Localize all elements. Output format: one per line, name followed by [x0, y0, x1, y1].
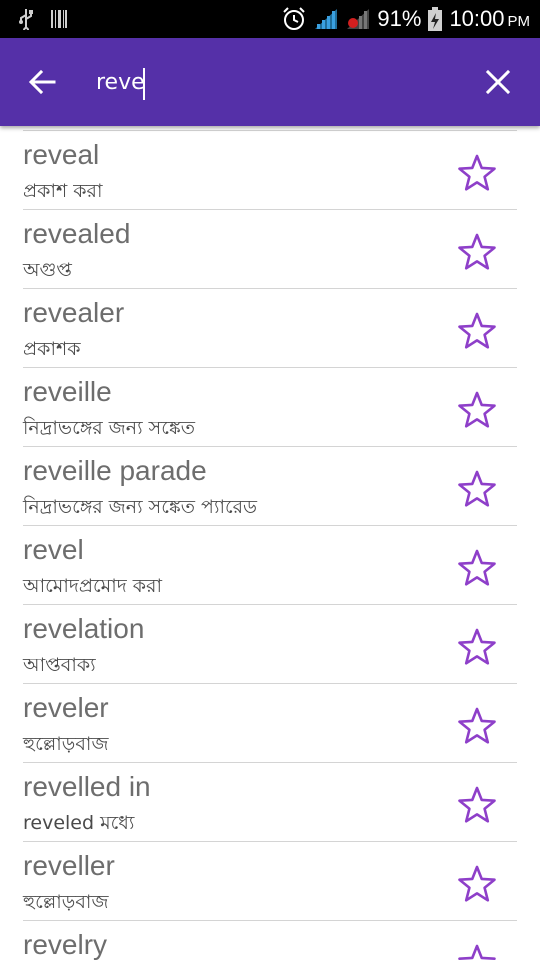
word-text: revel	[23, 534, 84, 565]
list-item[interactable]: reveler হুল্লোড়বাজ	[0, 684, 540, 763]
meaning-text: হুল্লোড়বাজ	[23, 891, 109, 913]
meaning-text: আপ্তবাক্য	[23, 654, 96, 676]
alarm-icon	[283, 7, 306, 30]
battery-percent: 91%	[377, 6, 422, 31]
word-text: revealed	[23, 218, 131, 249]
meaning-text: প্রকাশ করা	[23, 180, 103, 202]
star-icon[interactable]	[457, 469, 497, 509]
meaning-text: reveled মধ্যে	[23, 812, 135, 834]
barcode-icon	[51, 10, 67, 28]
word-text: reveille parade	[23, 455, 207, 486]
close-icon[interactable]	[480, 64, 516, 100]
star-icon[interactable]	[457, 627, 497, 667]
list-item[interactable]: revelled in reveled মধ্যে	[0, 763, 540, 842]
clock: 10:00 PM	[449, 6, 530, 31]
star-icon[interactable]	[457, 785, 497, 825]
list-item[interactable]: revealed অগুপ্ত	[0, 210, 540, 289]
word-text: revelled in	[23, 771, 151, 802]
search-app-bar	[0, 38, 540, 126]
usb-icon	[19, 9, 33, 30]
meaning-text: হুল্লোড়বাজ	[23, 733, 109, 755]
word-text: reveller	[23, 850, 115, 881]
list-item[interactable]: revelry	[0, 921, 540, 960]
meaning-text: আমোদপ্রমোদ করা	[23, 575, 162, 597]
star-icon[interactable]	[457, 311, 497, 351]
list-item[interactable]: revealer প্রকাশক	[0, 289, 540, 368]
list-item[interactable]: reveille নিদ্রাভঙ্গের জন্য সঙ্কেত	[0, 368, 540, 447]
list-item[interactable]: revelation আপ্তবাক্য	[0, 605, 540, 684]
star-icon[interactable]	[457, 548, 497, 588]
meaning-text: নিদ্রাভঙ্গের জন্য সঙ্কেত	[23, 417, 196, 439]
list-item[interactable]: reveille parade নিদ্রাভঙ্গের জন্য সঙ্কেত…	[0, 447, 540, 526]
meaning-text: নিদ্রাভঙ্গের জন্য সঙ্কেত প্যারেড	[23, 496, 258, 518]
arrow-back-icon[interactable]	[22, 62, 62, 102]
list-item[interactable]: reveal প্রকাশ করা	[0, 131, 540, 210]
star-icon[interactable]	[457, 232, 497, 272]
star-icon[interactable]	[457, 864, 497, 904]
word-text: revelry	[23, 929, 108, 960]
word-text: reveler	[23, 692, 109, 723]
list-item[interactable]: reveller হুল্লোড়বাজ	[0, 842, 540, 921]
battery-charging-icon	[428, 7, 443, 31]
list-item[interactable]: revel আমোদপ্রমোদ করা	[0, 526, 540, 605]
signal-roaming-icon	[347, 9, 370, 29]
star-icon[interactable]	[457, 706, 497, 746]
star-icon[interactable]	[457, 153, 497, 193]
word-text: reveille	[23, 376, 112, 407]
status-left-icons	[18, 8, 68, 30]
status-right-icons: 91% 10:00 PM	[281, 0, 530, 38]
meaning-text: প্রকাশক	[23, 338, 81, 360]
search-input[interactable]	[96, 62, 456, 102]
word-text: reveal	[23, 139, 100, 170]
status-bar: 91% 10:00 PM	[0, 0, 540, 38]
word-text: revelation	[23, 613, 145, 644]
text-cursor	[143, 68, 145, 100]
meaning-text: অগুপ্ত	[23, 259, 72, 281]
signal-icon	[315, 9, 338, 29]
star-icon[interactable]	[457, 943, 497, 960]
star-icon[interactable]	[457, 390, 497, 430]
word-text: revealer	[23, 297, 125, 328]
